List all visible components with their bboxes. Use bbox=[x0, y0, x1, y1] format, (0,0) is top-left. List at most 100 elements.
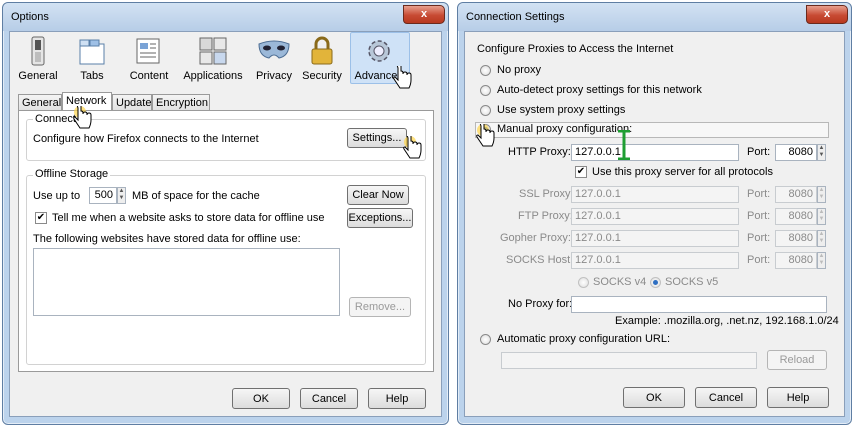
options-help-button[interactable]: Help bbox=[368, 388, 426, 409]
gopher-port-input[interactable]: 8080 bbox=[775, 230, 817, 247]
connection-settings-client: Configure Proxies to Access the Internet… bbox=[464, 31, 845, 417]
pane-privacy[interactable]: Privacy bbox=[252, 36, 296, 82]
gopher-port-label: Port: bbox=[747, 232, 771, 244]
pane-general-label: General bbox=[18, 70, 58, 82]
remove-button[interactable]: Remove... bbox=[349, 297, 411, 317]
pane-applications-label: Applications bbox=[183, 70, 243, 82]
http-port-input[interactable]: 8080 bbox=[775, 144, 817, 161]
tab-general[interactable]: General bbox=[18, 94, 62, 110]
socks-port-stepper[interactable]: ▲ ▼ bbox=[817, 252, 826, 269]
pane-tabs[interactable]: Tabs bbox=[72, 36, 112, 82]
ssl-port-input[interactable]: 8080 bbox=[775, 186, 817, 203]
socks-v4-label: SOCKS v4 bbox=[593, 276, 647, 288]
offline-storage-legend: Offline Storage bbox=[33, 168, 111, 180]
options-window: Options x General Tabs Content Applicati… bbox=[2, 2, 449, 425]
no-proxy-for-label: No Proxy for: bbox=[508, 298, 573, 310]
options-close-button[interactable]: x bbox=[403, 5, 445, 24]
connection-settings-titlebar: Connection Settings x bbox=[458, 3, 851, 31]
gear-icon bbox=[368, 40, 390, 62]
content-icon bbox=[136, 38, 160, 64]
hand-cursor-icon bbox=[73, 106, 92, 129]
socks-v5-label: SOCKS v5 bbox=[665, 276, 719, 288]
pane-tabs-label: Tabs bbox=[80, 70, 104, 82]
socks-v4-radio[interactable] bbox=[578, 277, 589, 288]
socks-port-input[interactable]: 8080 bbox=[775, 252, 817, 269]
pane-applications[interactable]: Applications bbox=[178, 36, 248, 82]
tabs-icon bbox=[79, 39, 105, 65]
exceptions-button[interactable]: Exceptions... bbox=[347, 208, 413, 228]
ftp-port-label: Port: bbox=[747, 210, 771, 222]
ssl-port-stepper[interactable]: ▲ ▼ bbox=[817, 186, 826, 203]
use-up-to-label: Use up to bbox=[33, 190, 81, 202]
options-client: General Tabs Content Applications Privac… bbox=[9, 31, 442, 417]
ftp-port-input[interactable]: 8080 bbox=[775, 208, 817, 225]
auto-proxy-url-label: Automatic proxy configuration URL: bbox=[497, 333, 671, 345]
http-port-label: Port: bbox=[747, 146, 771, 158]
tab-update[interactable]: Update bbox=[112, 94, 152, 110]
connection-settings-title: Connection Settings bbox=[466, 11, 565, 23]
manual-proxy-label: Manual proxy configuration: bbox=[497, 123, 633, 135]
auto-proxy-url-input[interactable] bbox=[501, 352, 757, 369]
ftp-proxy-input[interactable]: 127.0.0.1 bbox=[571, 208, 739, 225]
cache-size-stepper[interactable]: ▲ ▼ bbox=[117, 187, 126, 204]
ftp-port-stepper[interactable]: ▲ ▼ bbox=[817, 208, 826, 225]
no-proxy-example: Example: .mozilla.org, .net.nz, 192.168.… bbox=[615, 315, 839, 327]
configure-proxies-heading: Configure Proxies to Access the Internet bbox=[477, 43, 674, 55]
no-proxy-for-input[interactable] bbox=[571, 296, 827, 313]
connection-ok-button[interactable]: OK bbox=[623, 387, 685, 408]
options-title: Options bbox=[11, 11, 49, 23]
connection-settings-close-button[interactable]: x bbox=[806, 5, 848, 24]
cache-size-input[interactable]: 500 bbox=[89, 187, 117, 204]
system-proxy-radio[interactable] bbox=[480, 105, 491, 116]
pane-content-label: Content bbox=[129, 70, 169, 82]
socks-host-input[interactable]: 127.0.0.1 bbox=[571, 252, 739, 269]
switch-icon bbox=[31, 36, 45, 66]
tell-me-label: Tell me when a website asks to store dat… bbox=[52, 212, 325, 224]
pane-privacy-label: Privacy bbox=[255, 70, 293, 82]
gopher-proxy-label: Gopher Proxy: bbox=[500, 232, 571, 244]
pane-general[interactable]: General bbox=[18, 36, 58, 82]
auto-detect-radio[interactable] bbox=[480, 85, 491, 96]
options-titlebar: Options x bbox=[3, 3, 448, 31]
cache-size-suffix: MB of space for the cache bbox=[132, 190, 260, 202]
options-cancel-button[interactable]: Cancel bbox=[300, 388, 358, 409]
http-proxy-label: HTTP Proxy: bbox=[508, 146, 571, 158]
socks-host-label: SOCKS Host: bbox=[506, 254, 574, 266]
hand-cursor-icon bbox=[476, 124, 495, 147]
ftp-proxy-label: FTP Proxy: bbox=[518, 210, 573, 222]
socks-v5-radio[interactable] bbox=[650, 277, 661, 288]
connection-cancel-button[interactable]: Cancel bbox=[695, 387, 757, 408]
applications-icon bbox=[199, 37, 227, 65]
connection-settings-button[interactable]: Settings... bbox=[347, 128, 407, 148]
auto-detect-label: Auto-detect proxy settings for this netw… bbox=[497, 84, 702, 96]
http-proxy-input[interactable]: 127.0.0.1 bbox=[571, 144, 739, 161]
tell-me-checkbox[interactable]: ✔ bbox=[35, 212, 47, 224]
pane-security-label: Security bbox=[302, 70, 342, 82]
gopher-proxy-input[interactable]: 127.0.0.1 bbox=[571, 230, 739, 247]
socks-port-label: Port: bbox=[747, 254, 771, 266]
auto-proxy-url-radio[interactable] bbox=[480, 334, 491, 345]
clear-now-button[interactable]: Clear Now bbox=[347, 185, 409, 205]
options-ok-button[interactable]: OK bbox=[232, 388, 290, 409]
no-proxy-radio[interactable] bbox=[480, 65, 491, 76]
pane-content[interactable]: Content bbox=[124, 36, 174, 82]
ssl-proxy-label: SSL Proxy: bbox=[519, 188, 574, 200]
reload-button[interactable]: Reload bbox=[767, 350, 827, 370]
websites-label: The following websites have stored data … bbox=[33, 233, 301, 245]
pane-security[interactable]: Security bbox=[298, 36, 346, 82]
ssl-proxy-input[interactable]: 127.0.0.1 bbox=[571, 186, 739, 203]
system-proxy-label: Use system proxy settings bbox=[497, 104, 626, 116]
hand-cursor-icon bbox=[403, 136, 422, 159]
http-port-stepper[interactable]: ▲ ▼ bbox=[817, 144, 826, 161]
use-same-proxy-checkbox[interactable]: ✔ bbox=[575, 166, 587, 178]
ssl-port-label: Port: bbox=[747, 188, 771, 200]
hand-cursor-icon bbox=[393, 66, 412, 89]
offline-websites-list[interactable] bbox=[33, 248, 340, 316]
padlock-icon bbox=[311, 36, 333, 65]
gopher-port-stepper[interactable]: ▲ ▼ bbox=[817, 230, 826, 247]
tab-encryption[interactable]: Encryption bbox=[152, 94, 210, 110]
connection-settings-window: Connection Settings x Configure Proxies … bbox=[457, 2, 852, 425]
connection-description: Configure how Firefox connects to the In… bbox=[33, 133, 259, 145]
no-proxy-label: No proxy bbox=[497, 64, 542, 76]
connection-help-button[interactable]: Help bbox=[767, 387, 829, 408]
